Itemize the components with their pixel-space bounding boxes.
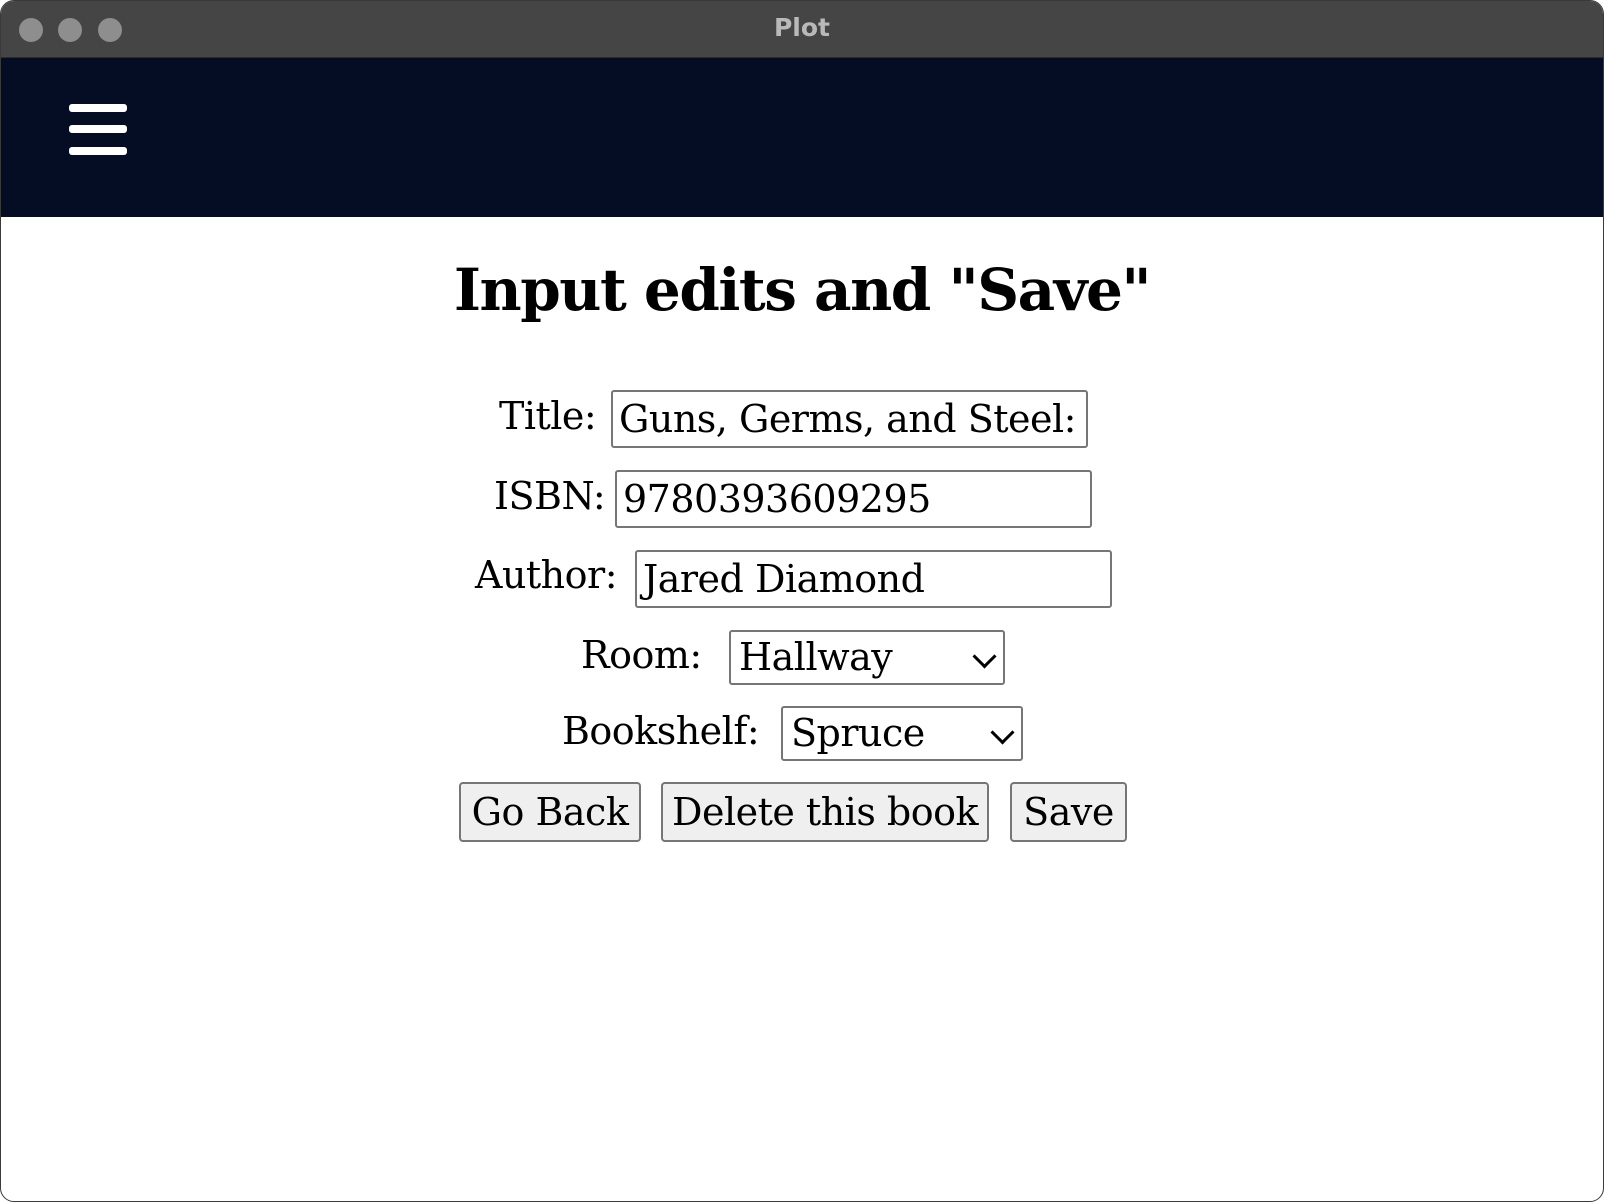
isbn-field[interactable]: 9780393609295 bbox=[615, 470, 1092, 528]
app-window: Plot Input edits and "Save" Title: Guns,… bbox=[0, 0, 1604, 1202]
author-field[interactable]: Jared Diamond bbox=[635, 550, 1112, 608]
bookshelf-select[interactable]: Spruce bbox=[781, 706, 1023, 761]
save-button[interactable]: Save bbox=[1010, 782, 1127, 842]
room-select[interactable]: Hallway bbox=[729, 630, 1005, 685]
room-label: Room: bbox=[581, 633, 702, 677]
bookshelf-selected-value: Spruce bbox=[791, 711, 925, 755]
title-field[interactable]: Guns, Germs, and Steel: T bbox=[611, 390, 1088, 448]
author-label: Author: bbox=[475, 553, 618, 597]
top-navbar bbox=[1, 58, 1603, 217]
room-selected-value: Hallway bbox=[739, 635, 893, 679]
delete-book-button[interactable]: Delete this book bbox=[661, 782, 989, 842]
page-title: Input edits and "Save" bbox=[453, 256, 1152, 324]
chevron-down-icon bbox=[972, 644, 997, 669]
isbn-label: ISBN: bbox=[494, 474, 606, 518]
chevron-down-icon bbox=[990, 720, 1015, 745]
bookshelf-label: Bookshelf: bbox=[562, 709, 760, 753]
window-title: Plot bbox=[773, 13, 831, 42]
title-label: Title: bbox=[499, 394, 597, 438]
hamburger-menu-icon[interactable] bbox=[69, 104, 127, 156]
go-back-button[interactable]: Go Back bbox=[459, 782, 641, 842]
window-titlebar: Plot bbox=[1, 1, 1603, 58]
